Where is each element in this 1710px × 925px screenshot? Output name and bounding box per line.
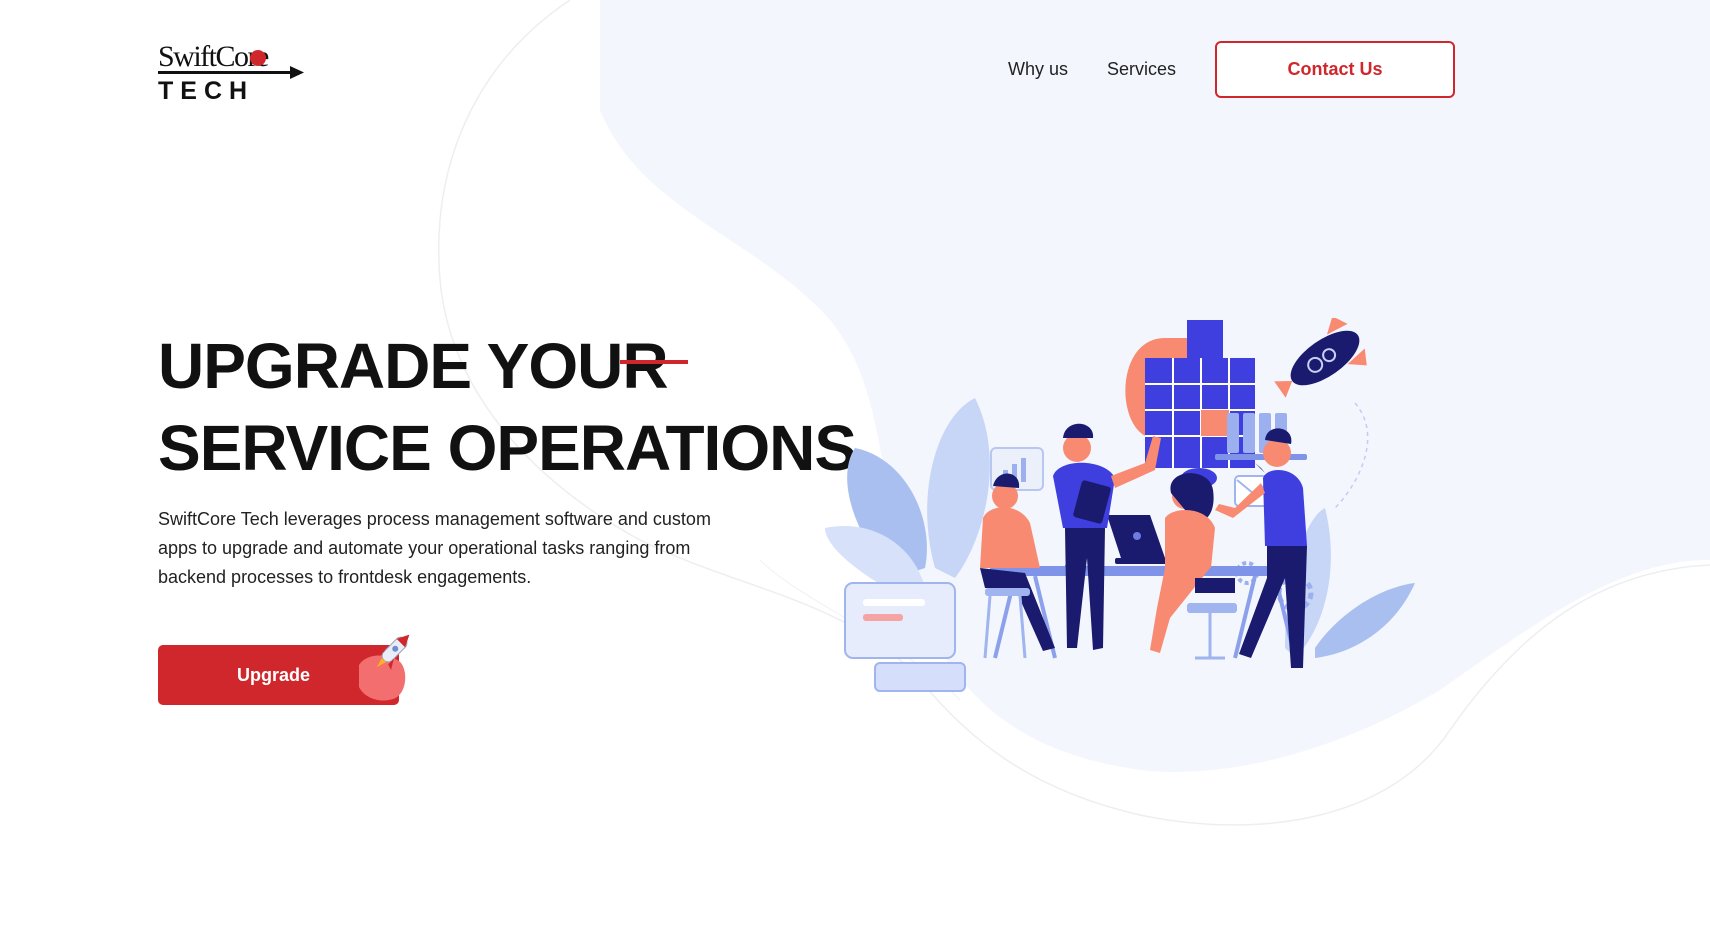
hero-title: UPGRADE YOUR SERVICE OPERATIONS <box>158 325 857 489</box>
main-nav: Why us Services Contact Us <box>1008 41 1455 98</box>
contact-us-button[interactable]: Contact Us <box>1215 41 1455 98</box>
contact-us-label: Contact Us <box>1287 59 1383 79</box>
swiftcore-logo[interactable]: SwiftCore TECH <box>158 40 308 102</box>
nav-why-us[interactable]: Why us <box>1008 59 1068 80</box>
team-illustration <box>825 318 1415 692</box>
rocket-icon <box>1274 318 1367 398</box>
upgrade-button-label: Upgrade <box>236 664 310 685</box>
hero-description: SwiftCore Tech leverages process managem… <box>158 509 711 587</box>
svg-text:TECH: TECH <box>158 77 254 102</box>
hero-title-line-2: SERVICE OPERATIONS <box>158 412 857 484</box>
binders-icon <box>1215 413 1307 460</box>
upgrade-button[interactable]: Upgrade <box>158 634 410 705</box>
title-accent-dash <box>620 360 688 364</box>
hero-title-line-1: UPGRADE YOUR <box>158 330 669 402</box>
nav-services[interactable]: Services <box>1107 59 1176 80</box>
puzzle-icon <box>1125 320 1255 488</box>
rocket-icon <box>359 634 410 701</box>
